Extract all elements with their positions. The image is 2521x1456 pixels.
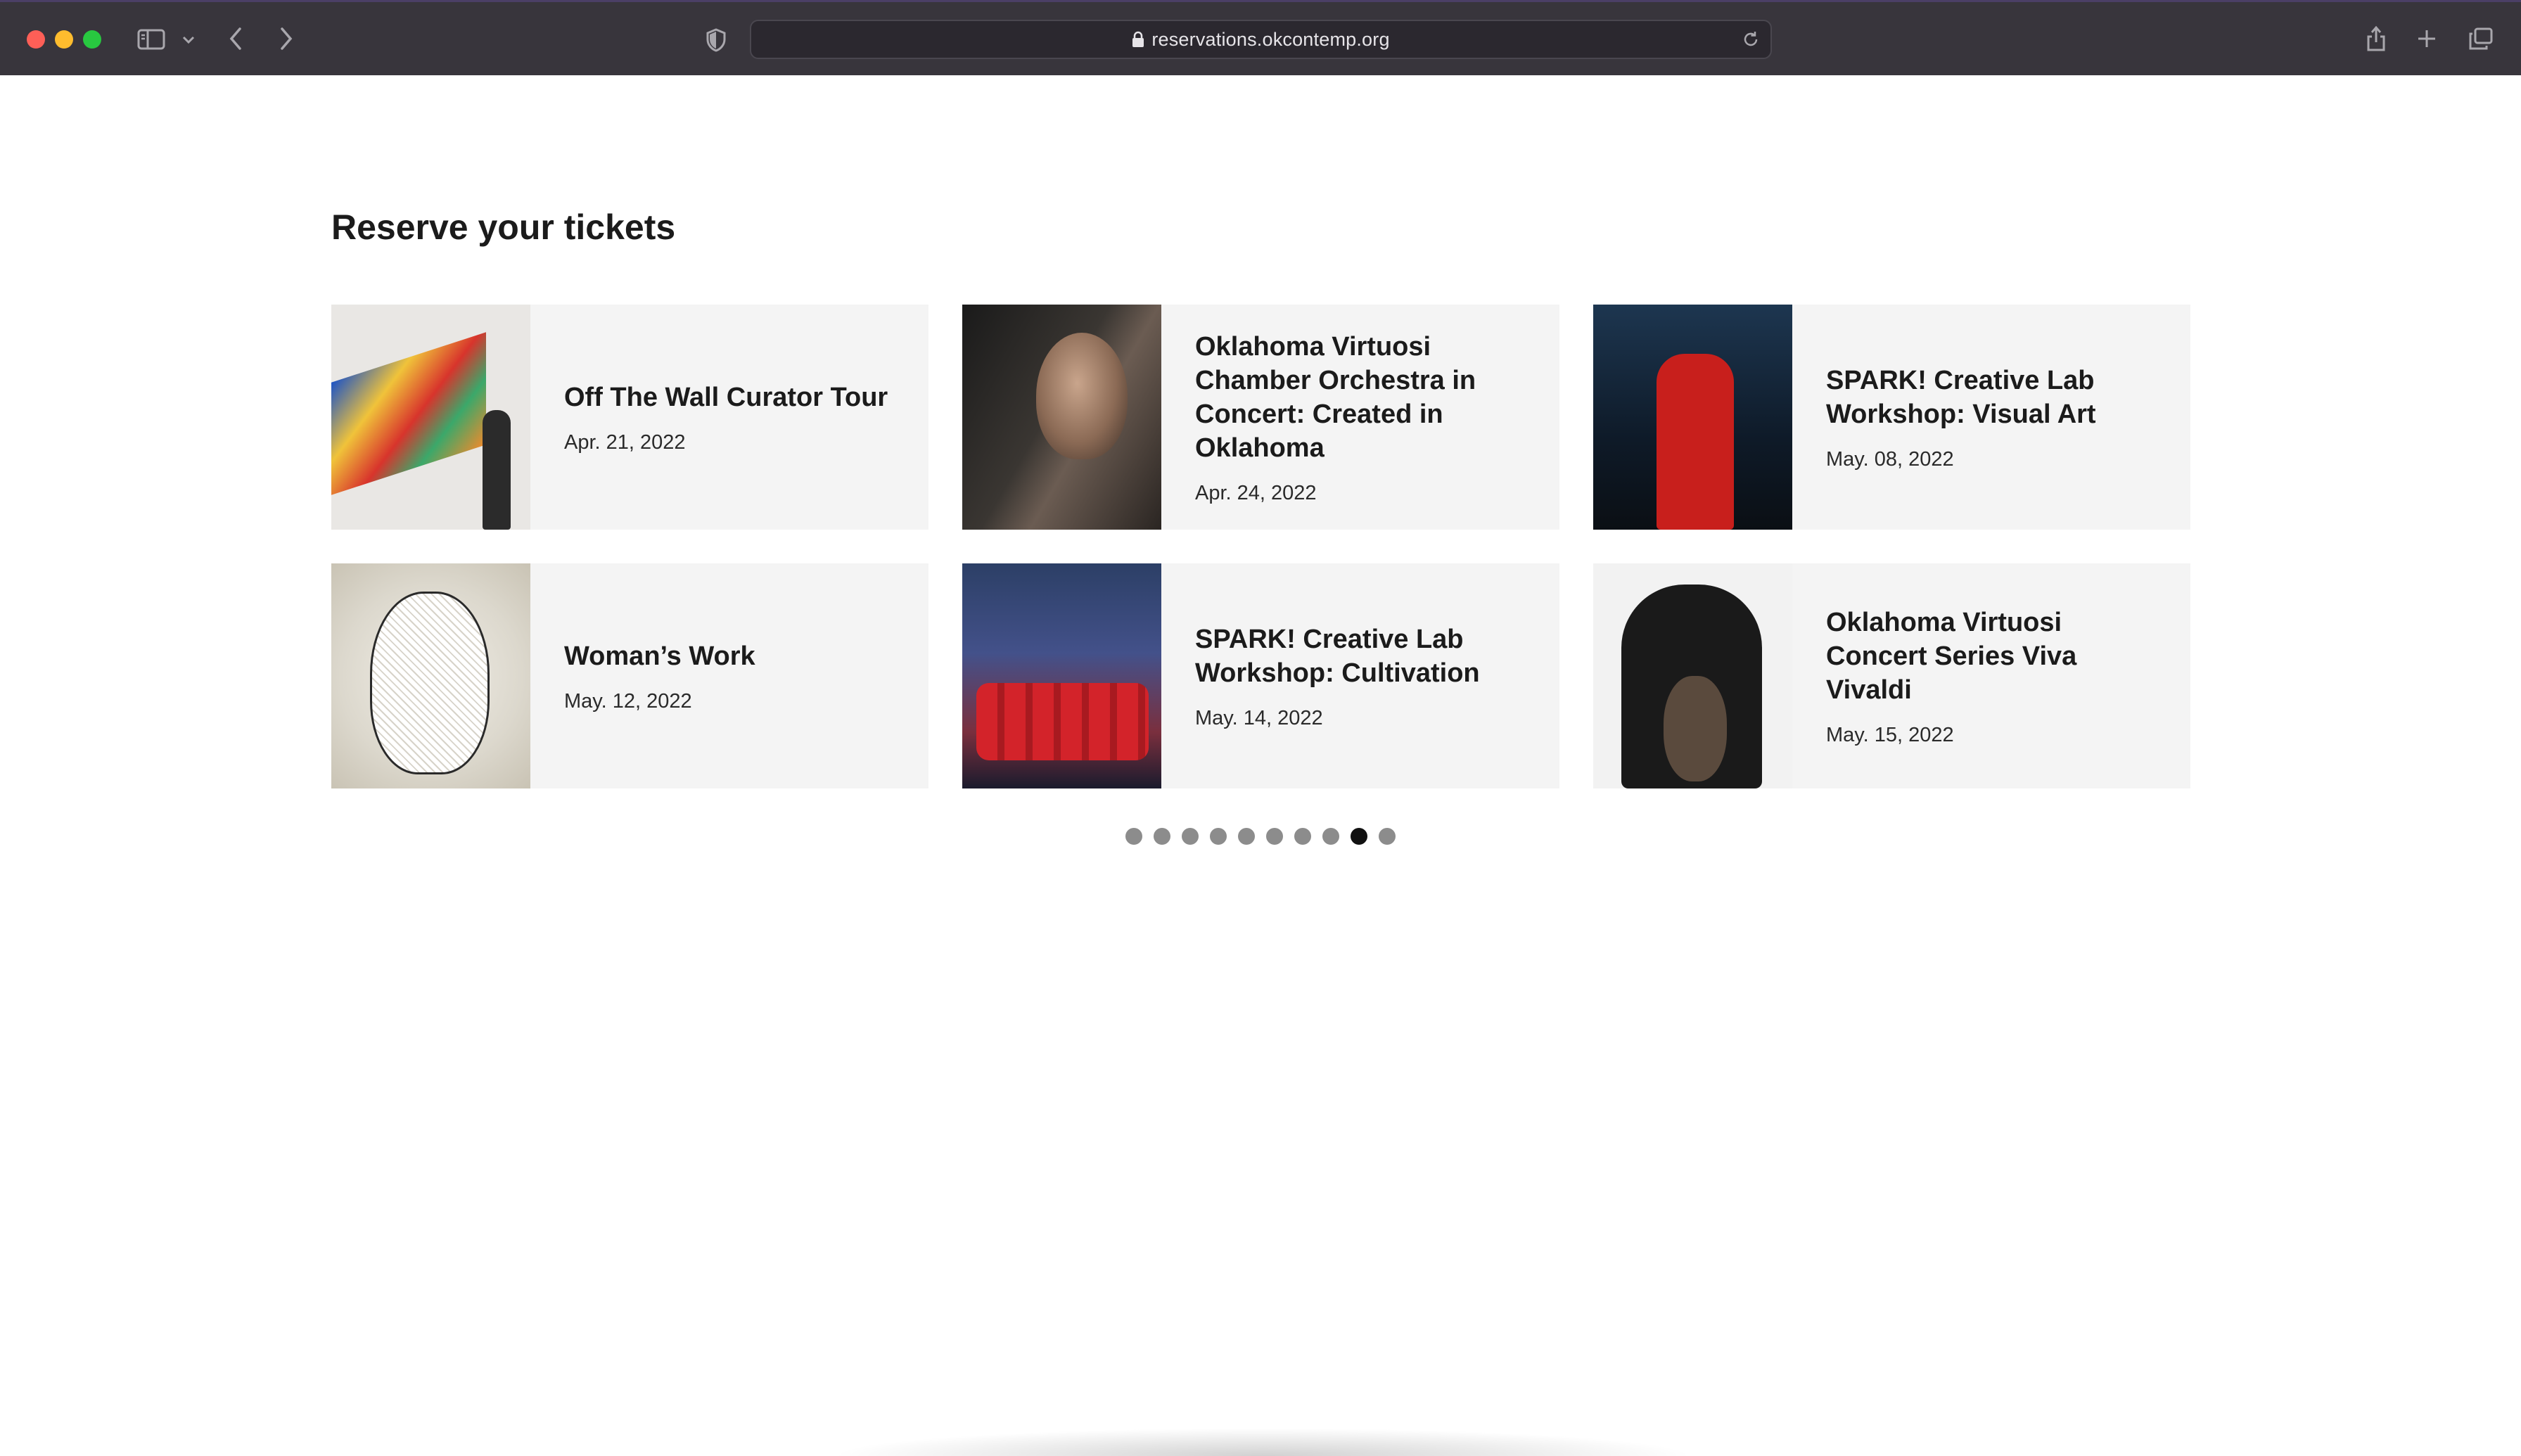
event-card[interactable]: Off The Wall Curator Tour Apr. 21, 2022 xyxy=(331,305,928,530)
url-text: reservations.okcontemp.org xyxy=(1151,28,1390,50)
zoom-window-button[interactable] xyxy=(83,30,101,49)
event-card[interactable]: Woman’s Work May. 12, 2022 xyxy=(331,563,928,788)
back-icon[interactable] xyxy=(225,25,246,53)
reload-icon[interactable] xyxy=(1741,30,1761,49)
event-card-grid: Off The Wall Curator Tour Apr. 21, 2022 … xyxy=(331,305,2190,788)
event-date: May. 14, 2022 xyxy=(1195,706,1323,729)
event-image[interactable] xyxy=(1593,305,1792,530)
plus-icon[interactable] xyxy=(2415,27,2438,50)
event-date: Apr. 24, 2022 xyxy=(1195,481,1317,504)
carousel-dot[interactable] xyxy=(1379,828,1396,845)
event-date: May. 08, 2022 xyxy=(1826,447,1954,471)
event-image[interactable] xyxy=(1593,563,1792,788)
event-title[interactable]: Oklahoma Virtuosi Concert Series Viva Vi… xyxy=(1826,606,2162,707)
shield-icon[interactable] xyxy=(703,27,729,53)
event-card[interactable]: Oklahoma Virtuosi Chamber Orchestra in C… xyxy=(962,305,1559,530)
carousel-dot[interactable] xyxy=(1294,828,1311,845)
carousel-dot[interactable] xyxy=(1154,828,1170,845)
event-date: Apr. 21, 2022 xyxy=(564,430,686,454)
event-title[interactable]: SPARK! Creative Lab Workshop: Visual Art xyxy=(1826,364,2162,431)
chevron-down-icon[interactable] xyxy=(180,33,197,47)
event-image[interactable] xyxy=(962,305,1161,530)
carousel-pagination xyxy=(0,828,2521,845)
close-window-button[interactable] xyxy=(27,30,45,49)
carousel-dot[interactable] xyxy=(1322,828,1339,845)
carousel-dot[interactable] xyxy=(1182,828,1199,845)
tabs-icon[interactable] xyxy=(2468,26,2494,51)
event-title[interactable]: SPARK! Creative Lab Workshop: Cultivatio… xyxy=(1195,622,1531,690)
event-date: May. 12, 2022 xyxy=(564,689,692,713)
bottom-shadow xyxy=(830,1428,1695,1456)
event-card[interactable]: SPARK! Creative Lab Workshop: Visual Art… xyxy=(1593,305,2190,530)
event-image[interactable] xyxy=(331,305,530,530)
sidebar-icon[interactable] xyxy=(136,27,166,51)
forward-icon[interactable] xyxy=(276,25,297,53)
share-icon[interactable] xyxy=(2363,23,2389,53)
event-card[interactable]: Oklahoma Virtuosi Concert Series Viva Vi… xyxy=(1593,563,2190,788)
carousel-dot[interactable] xyxy=(1238,828,1255,845)
browser-toolbar: reservations.okcontemp.org xyxy=(0,0,2521,75)
event-title[interactable]: Off The Wall Curator Tour xyxy=(564,381,900,414)
event-card[interactable]: SPARK! Creative Lab Workshop: Cultivatio… xyxy=(962,563,1559,788)
carousel-dot[interactable] xyxy=(1351,828,1367,845)
carousel-dot[interactable] xyxy=(1266,828,1283,845)
address-bar[interactable]: reservations.okcontemp.org xyxy=(750,20,1772,59)
event-image[interactable] xyxy=(331,563,530,788)
event-image[interactable] xyxy=(962,563,1161,788)
event-date: May. 15, 2022 xyxy=(1826,723,1954,746)
minimize-window-button[interactable] xyxy=(55,30,73,49)
event-title[interactable]: Woman’s Work xyxy=(564,639,900,673)
page-title: Reserve your tickets xyxy=(331,207,676,247)
lock-icon xyxy=(1132,31,1144,48)
event-title[interactable]: Oklahoma Virtuosi Chamber Orchestra in C… xyxy=(1195,330,1531,465)
carousel-dot[interactable] xyxy=(1210,828,1227,845)
carousel-dot[interactable] xyxy=(1125,828,1142,845)
